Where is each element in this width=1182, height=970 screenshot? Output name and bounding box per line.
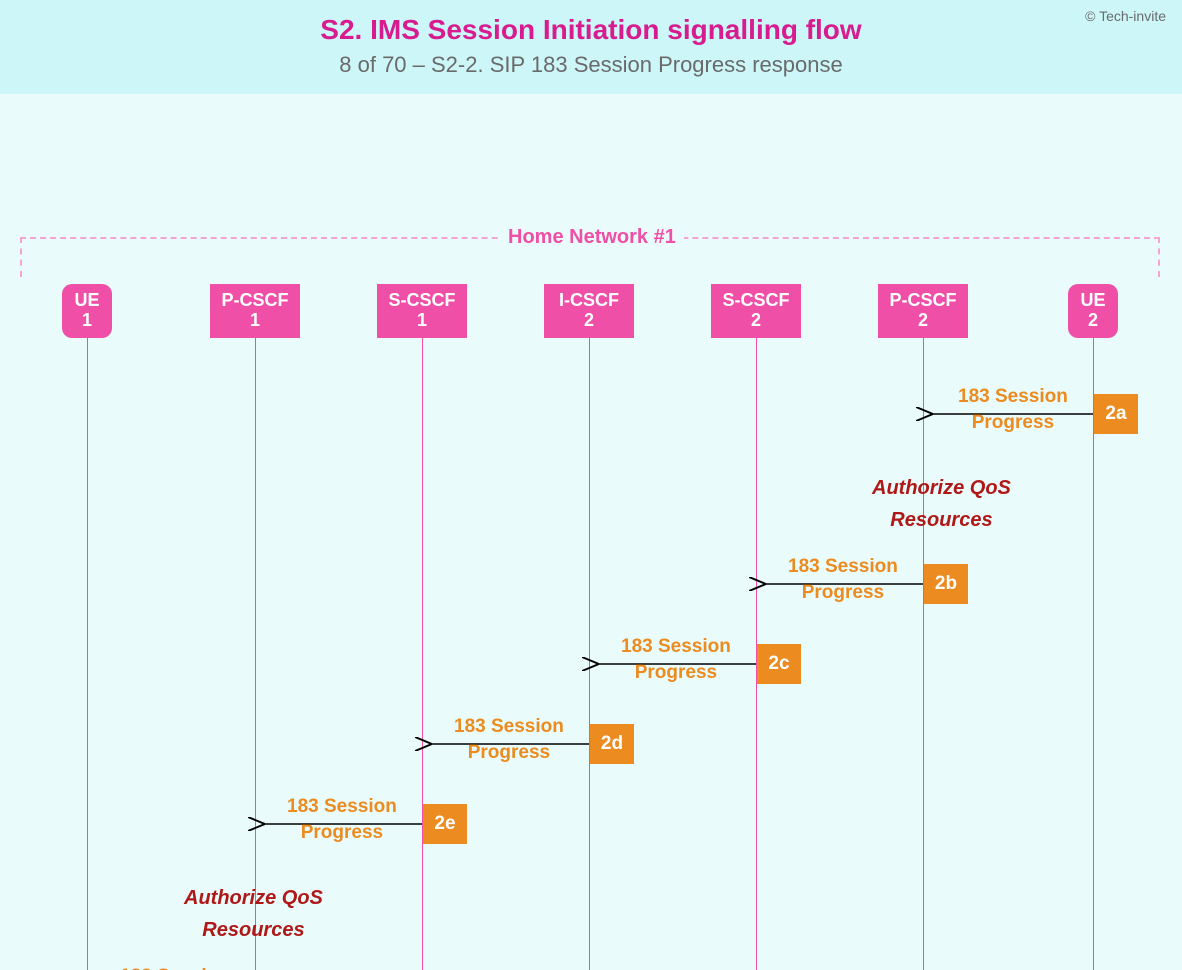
lifeline-s-cscf-1	[422, 338, 423, 970]
step-id: 2a	[1105, 403, 1126, 425]
node-ue-1: UE 1	[62, 284, 112, 338]
step-2c: 2c	[757, 644, 801, 684]
annotation-line: Authorize QoS	[872, 477, 1011, 499]
node-index: 2	[544, 311, 634, 331]
node-index: 2	[711, 311, 801, 331]
sequence-diagram: Home Network #1 UE 1 P-CSCF 1 S-CSCF 1 I…	[0, 94, 1182, 964]
lifeline-ue-1	[87, 338, 88, 970]
step-id: 2d	[601, 733, 623, 755]
node-s-cscf-1: S-CSCF 1	[377, 284, 467, 338]
diagram-header: © Tech-invite S2. IMS Session Initiation…	[0, 0, 1182, 94]
node-label: S-CSCF	[711, 291, 801, 311]
step-2e: 2e	[423, 804, 467, 844]
msg-line: Progress	[301, 822, 383, 843]
node-index: 1	[377, 311, 467, 331]
node-ue-2: UE 2	[1068, 284, 1118, 338]
annotation-qos-top: Authorize QoS Resources	[872, 472, 1011, 536]
node-index: 2	[878, 311, 968, 331]
step-2b: 2b	[924, 564, 968, 604]
msg-2b: 183 Session Progress	[788, 554, 898, 605]
msg-line: 183 Session	[788, 556, 898, 577]
node-label: UE	[1068, 291, 1118, 311]
node-label: P-CSCF	[210, 291, 300, 311]
home-network-label: Home Network #1	[500, 226, 684, 249]
lifeline-p-cscf-2	[923, 338, 924, 970]
msg-line: Progress	[635, 662, 717, 683]
node-label: I-CSCF	[544, 291, 634, 311]
msg-line: 183 Session	[958, 386, 1068, 407]
annotation-line: Authorize QoS	[184, 887, 323, 909]
msg-2e: 183 Session Progress	[287, 794, 397, 845]
annotation-line: Resources	[890, 509, 992, 531]
step-id: 2e	[434, 813, 455, 835]
node-i-cscf-2: I-CSCF 2	[544, 284, 634, 338]
diagram-title: S2. IMS Session Initiation signalling fl…	[20, 14, 1162, 46]
msg-line: 183 Session	[621, 636, 731, 657]
msg-2a: 183 Session Progress	[958, 384, 1068, 435]
annotation-qos-bottom: Authorize QoS Resources	[184, 882, 323, 946]
msg-line: Progress	[802, 582, 884, 603]
node-s-cscf-2: S-CSCF 2	[711, 284, 801, 338]
node-p-cscf-2: P-CSCF 2	[878, 284, 968, 338]
msg-2f: 183 Session Progress	[120, 964, 230, 970]
node-index: 1	[62, 311, 112, 331]
step-id: 2c	[768, 653, 789, 675]
step-2a: 2a	[1094, 394, 1138, 434]
step-id: 2b	[935, 573, 957, 595]
msg-line: 183 Session	[120, 966, 230, 970]
msg-line: 183 Session	[454, 716, 564, 737]
node-index: 1	[210, 311, 300, 331]
lifeline-p-cscf-1	[255, 338, 256, 970]
annotation-line: Resources	[202, 919, 304, 941]
node-index: 2	[1068, 311, 1118, 331]
msg-line: Progress	[468, 742, 550, 763]
diagram-subtitle: 8 of 70 – S2-2. SIP 183 Session Progress…	[20, 52, 1162, 78]
lifeline-i-cscf-2	[589, 338, 590, 970]
copyright-text: © Tech-invite	[1085, 8, 1166, 24]
msg-2d: 183 Session Progress	[454, 714, 564, 765]
msg-line: 183 Session	[287, 796, 397, 817]
node-label: S-CSCF	[377, 291, 467, 311]
node-label: UE	[62, 291, 112, 311]
msg-2c: 183 Session Progress	[621, 634, 731, 685]
msg-line: Progress	[972, 412, 1054, 433]
node-p-cscf-1: P-CSCF 1	[210, 284, 300, 338]
node-label: P-CSCF	[878, 291, 968, 311]
step-2d: 2d	[590, 724, 634, 764]
